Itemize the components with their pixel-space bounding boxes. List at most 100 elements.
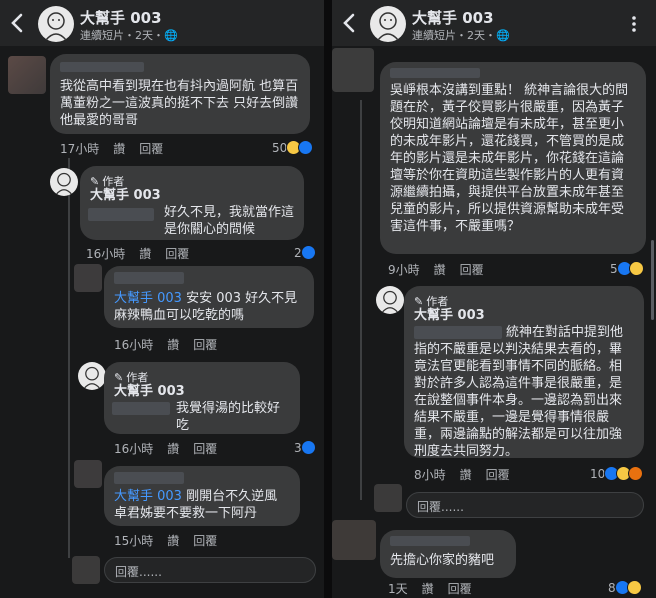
reaction-summary[interactable]: 8 (608, 580, 642, 595)
reply-text-content: 我覺得湯的比較好吃 (176, 401, 281, 433)
like-button[interactable]: 讚 (167, 534, 179, 548)
reply-meta: 16小時讚回覆 (114, 440, 231, 457)
mention-link[interactable]: 大幫手 003 (114, 489, 182, 504)
haha-reaction-icon (626, 580, 642, 595)
back-arrow-icon[interactable] (8, 11, 28, 35)
like-button[interactable]: 讚 (422, 582, 434, 596)
comment-meta: 1天讚回覆 (388, 580, 486, 597)
like-button[interactable]: 讚 (113, 142, 125, 156)
author-badge: ✎ 作者 (114, 370, 290, 384)
subtitle-text: 連續短片・2天・ (412, 29, 496, 42)
more-options-icon[interactable] (624, 14, 644, 34)
globe-icon: 🌐 (164, 29, 178, 42)
globe-icon: 🌐 (496, 29, 510, 42)
reply-button[interactable]: 回覆 (448, 582, 472, 596)
reply-input[interactable]: 回覆...... (406, 492, 644, 518)
like-button[interactable]: 讚 (167, 442, 179, 456)
page-avatar[interactable] (38, 6, 74, 42)
timestamp: 1天 (388, 582, 408, 596)
author-avatar[interactable] (78, 362, 106, 390)
comment-bubble: 先擔心你家的豬吧 (380, 530, 516, 578)
top-bar: 大幫手 003 連續短片・2天・🌐 (0, 0, 324, 46)
reaction-summary[interactable]: 3 (294, 440, 316, 455)
like-button[interactable]: 讚 (434, 263, 446, 277)
reaction-summary[interactable]: 10 (590, 466, 644, 481)
page-avatar[interactable] (370, 6, 406, 42)
scrollbar[interactable] (651, 240, 654, 320)
reply-meta: 15小時讚回覆 (114, 532, 231, 549)
page-subtitle: 連續短片・2天・🌐 (80, 27, 178, 43)
replier-avatar[interactable] (74, 460, 102, 488)
reply-text-content: 統神在對話中提到他指的不嚴重是以判決結果去看的，畢竟法官更能看到事情不同的脈絡。… (414, 325, 624, 459)
pencil-icon: ✎ (114, 370, 124, 384)
replier-name-redacted (114, 472, 184, 484)
reply-button[interactable]: 回覆 (193, 534, 217, 548)
author-label: 作者 (102, 174, 125, 188)
current-user-avatar (72, 556, 100, 584)
mention-redacted (414, 326, 502, 339)
like-reaction-icon (298, 140, 314, 155)
timestamp: 16小時 (114, 442, 154, 456)
reply-bubble: 大幫手 003 安安 003 好久不見麻辣鴨血可以吃乾的嗎 (104, 266, 314, 328)
replier-name-redacted (114, 272, 184, 284)
timestamp: 16小時 (114, 338, 154, 352)
commenter-name-redacted (390, 536, 470, 546)
commenter-avatar[interactable] (332, 520, 376, 560)
reply-button[interactable]: 回覆 (193, 338, 217, 352)
comment-text: 吳崢根本沒講到重點！ 統神言論很大的問題在於，黃子佼買影片很嚴重，因為黃子佼明知… (390, 83, 629, 234)
like-button[interactable]: 讚 (167, 338, 179, 352)
reply-text: 我覺得湯的比較好吃 (112, 400, 290, 434)
reply-author-name[interactable]: 大幫手 003 (90, 188, 294, 204)
author-reply-bubble: ✎ 作者 大幫手 003 好久不見，我就當作這是你關心的問候 (80, 166, 304, 240)
top-bar: 大幫手 003 連續短片・2天・🌐 (332, 0, 656, 46)
reply-author-name[interactable]: 大幫手 003 (114, 384, 290, 400)
reaction-summary[interactable]: 2 (294, 245, 316, 260)
author-reply-bubble: ✎ 作者 大幫手 003 統神在對話中提到他指的不嚴重是以判決結果去看的，畢竟法官… (404, 286, 644, 459)
left-screenshot-panel: 大幫手 003 連續短片・2天・🌐 我從高中看到現在也有抖內過阿航 也算百萬董粉… (0, 0, 324, 598)
reply-text: 大幫手 003 安安 003 好久不見麻辣鴨血可以吃乾的嗎 (114, 290, 304, 324)
author-badge: ✎ 作者 (90, 174, 294, 188)
reply-meta: 16小時讚回覆 (114, 336, 231, 353)
right-screenshot-panel: 大幫手 003 連續短片・2天・🌐 吳崢根本沒講到重點！ 統神言論很大的問題在於… (332, 0, 656, 598)
page-name[interactable]: 大幫手 003 (80, 7, 162, 28)
reply-button[interactable]: 回覆 (486, 468, 510, 482)
author-avatar[interactable] (376, 286, 404, 314)
author-label: 作者 (126, 370, 149, 384)
page-name[interactable]: 大幫手 003 (412, 7, 494, 28)
reply-meta: 8小時讚回覆 (414, 466, 524, 483)
sad-reaction-icon (628, 261, 644, 276)
reply-text-content: 好久不見，我就當作這是你關心的問候 (164, 205, 295, 237)
like-button[interactable]: 讚 (139, 247, 151, 261)
reply-button[interactable]: 回覆 (165, 247, 189, 261)
reply-author-name[interactable]: 大幫手 003 (414, 308, 634, 324)
mention-redacted (112, 402, 170, 415)
pencil-icon: ✎ (414, 294, 424, 308)
reply-input[interactable]: 回覆...... (104, 557, 316, 583)
reaction-summary[interactable]: 50 (272, 140, 314, 155)
commenter-avatar[interactable] (332, 48, 374, 92)
author-avatar[interactable] (50, 168, 78, 196)
like-reaction-icon (300, 440, 316, 455)
comment-text: 先擔心你家的豬吧 (390, 553, 495, 568)
thread-line (68, 158, 70, 558)
reply-button[interactable]: 回覆 (193, 442, 217, 456)
mention-link[interactable]: 大幫手 003 (114, 291, 182, 306)
author-reply-bubble: ✎ 作者 大幫手 003 我覺得湯的比較好吃 (104, 362, 300, 434)
commenter-name-redacted (60, 62, 144, 72)
comment-text: 我從高中看到現在也有抖內過阿航 也算百萬董粉之一這波真的挺不下去 只好去倒讚他最… (60, 79, 299, 128)
reply-button[interactable]: 回覆 (139, 142, 163, 156)
reply-text: 大幫手 003 剛開台不久逆風卓君姊要不要救一下阿丹 (114, 488, 290, 522)
commenter-avatar[interactable] (8, 56, 46, 94)
reply-bubble: 大幫手 003 剛開台不久逆風卓君姊要不要救一下阿丹 (104, 466, 300, 526)
reaction-summary[interactable]: 5 (610, 261, 644, 276)
comment-meta: 9小時讚回覆 (388, 261, 498, 278)
back-arrow-icon[interactable] (340, 11, 360, 35)
timestamp: 16小時 (86, 247, 126, 261)
angry-reaction-icon (628, 466, 644, 481)
author-badge: ✎ 作者 (414, 294, 634, 308)
replier-avatar[interactable] (74, 264, 102, 292)
like-button[interactable]: 讚 (460, 468, 472, 482)
timestamp: 17小時 (60, 142, 100, 156)
pencil-icon: ✎ (90, 174, 100, 188)
reply-button[interactable]: 回覆 (460, 263, 484, 277)
